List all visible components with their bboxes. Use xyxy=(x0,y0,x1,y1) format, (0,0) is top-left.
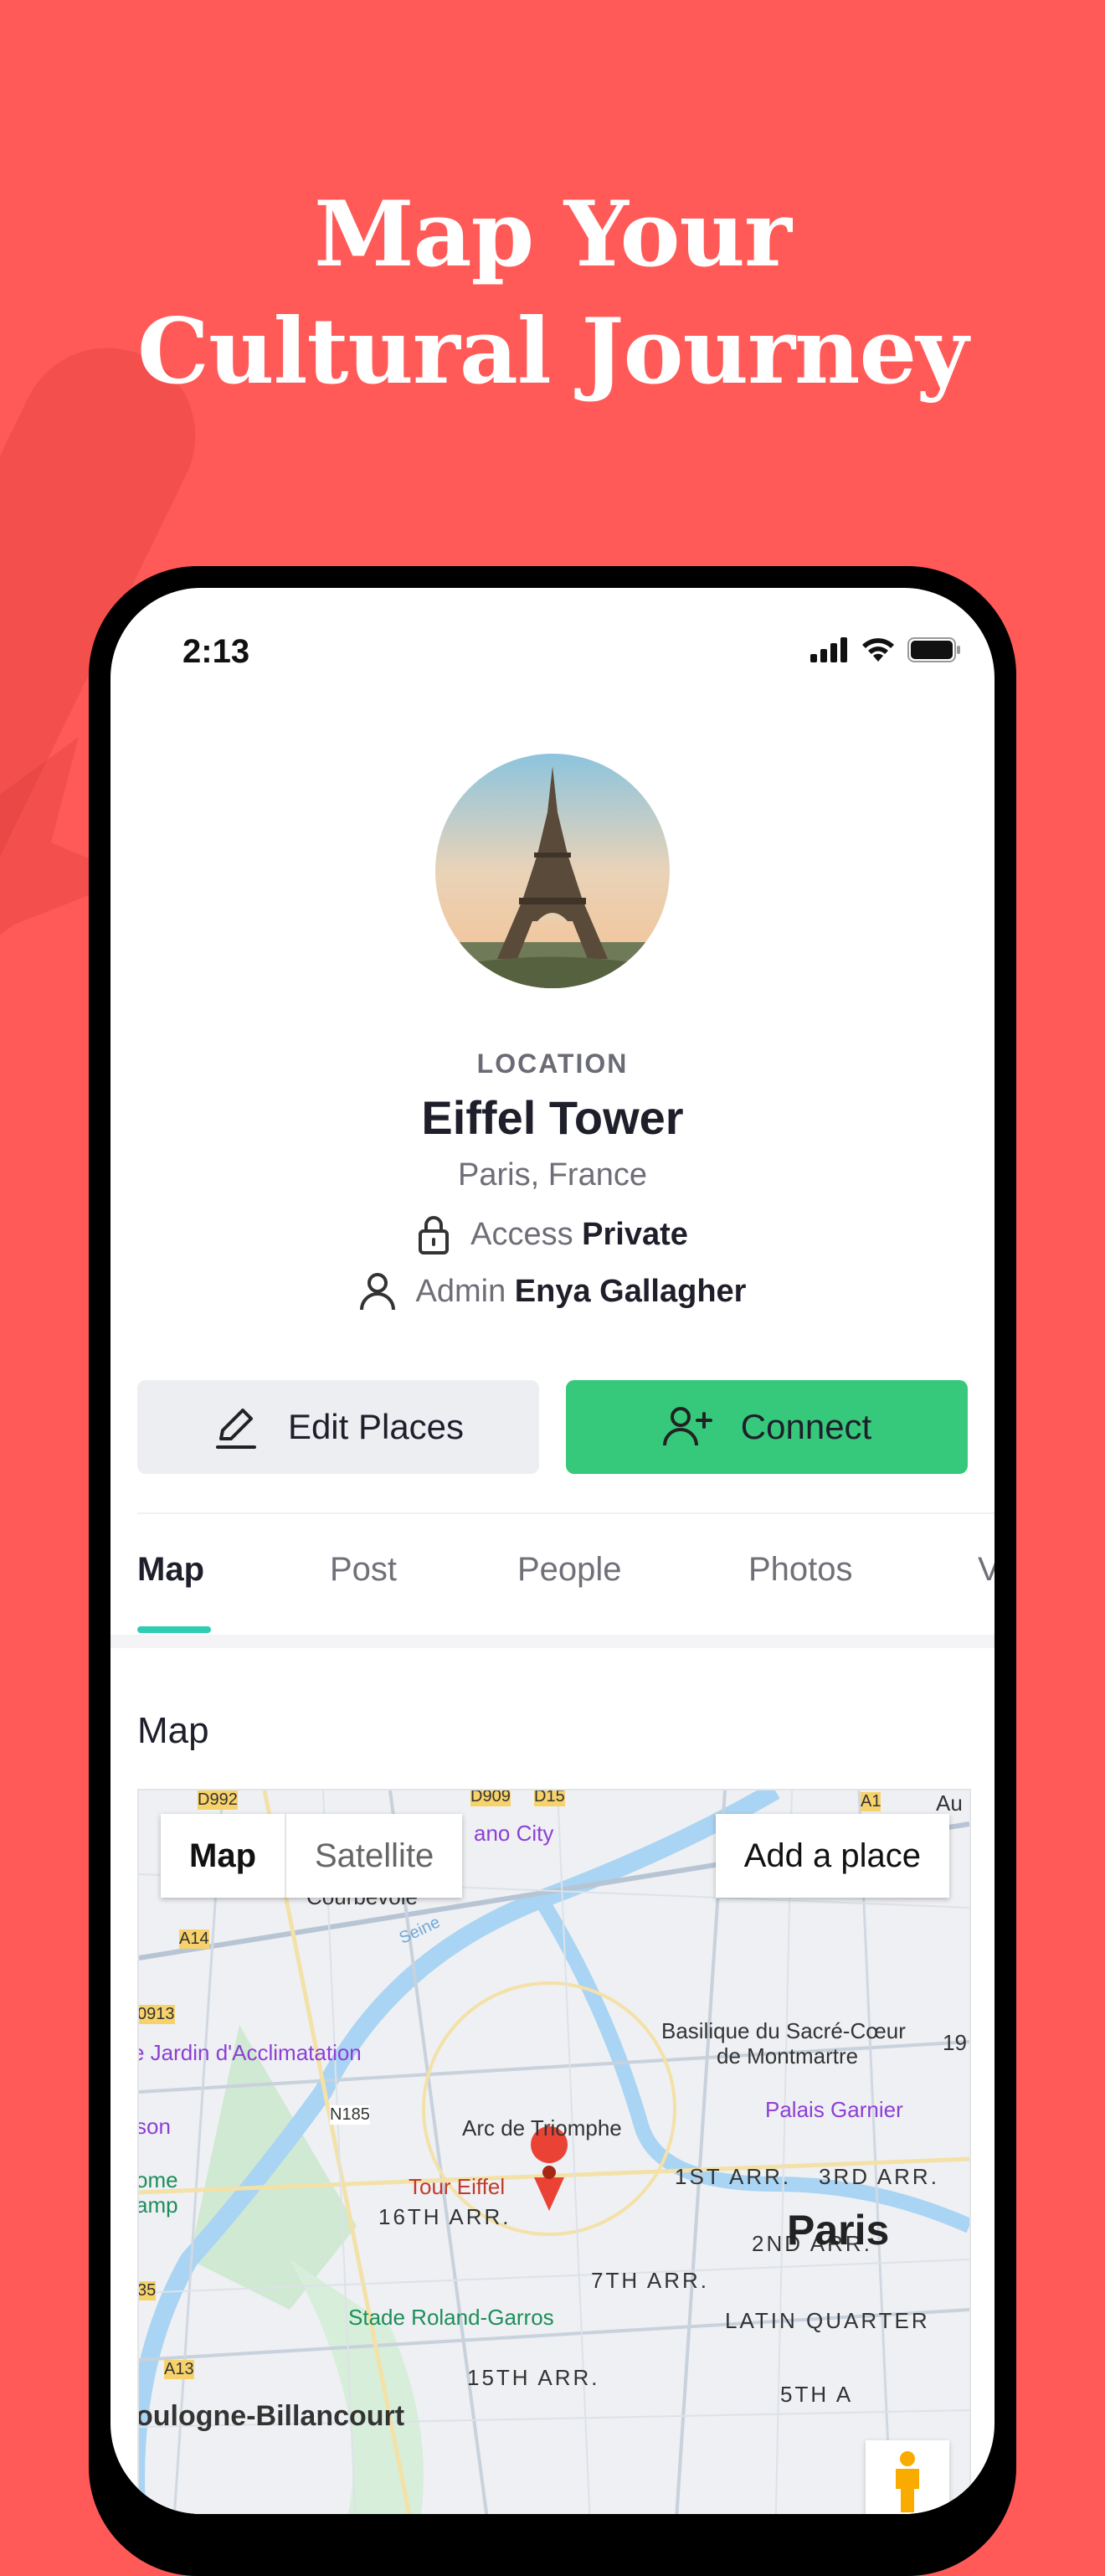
map-label-basilique-2: de Montmartre xyxy=(717,2043,859,2069)
map-label-arr3: 3RD ARR. xyxy=(819,2164,939,2189)
admin-value: Enya Gallagher xyxy=(514,1273,747,1309)
phone-frame: 2:13 LOCATION Eiffel Tower Paris, France… xyxy=(89,566,1016,2576)
map-view[interactable]: Courbevoie e Jardin d'Acclimatation Basi… xyxy=(137,1789,971,2514)
satellite-mode-button[interactable]: Satellite xyxy=(286,1814,462,1898)
phone-screen: 2:13 LOCATION Eiffel Tower Paris, France… xyxy=(110,588,994,2514)
user-icon xyxy=(359,1273,395,1311)
admin-label: Admin xyxy=(415,1273,506,1309)
eiffel-tower-photo xyxy=(435,754,670,988)
active-tab-indicator xyxy=(137,1626,211,1633)
admin-text: Admin Enya Gallagher xyxy=(416,1274,747,1310)
tab-map[interactable]: Map xyxy=(137,1551,204,1589)
map-label-arc: Arc de Triomphe xyxy=(462,2115,622,2141)
location-subtitle: Paris, France xyxy=(458,1157,647,1193)
battery-icon xyxy=(907,637,960,662)
map-label-basilique-1: Basilique du Sacré-Cœur xyxy=(661,2018,906,2043)
lock-icon xyxy=(419,1216,450,1255)
access-text: Access Private xyxy=(470,1217,688,1253)
admin-row: Admin Enya Gallagher xyxy=(110,1271,994,1311)
map-label-camp: ome amp xyxy=(137,2167,178,2218)
access-value: Private xyxy=(582,1216,688,1252)
headline-line-1: Map Your xyxy=(314,182,792,287)
tab-people[interactable]: People xyxy=(517,1551,622,1589)
location-label: LOCATION xyxy=(476,1048,629,1079)
add-user-icon xyxy=(662,1407,712,1446)
map-label-d992: D992 xyxy=(198,1790,238,1810)
edit-places-label: Edit Places xyxy=(287,1407,465,1446)
tabs-separator xyxy=(110,1635,994,1648)
headline: Map Your Cultural Journey xyxy=(0,176,1105,410)
map-label-a1: A1 xyxy=(861,1792,881,1811)
map-label-35: 35 xyxy=(137,2281,157,2300)
map-label-d909: D909 xyxy=(470,1789,511,1806)
edit-places-button[interactable]: Edit Places xyxy=(137,1380,539,1474)
map-label-paris: Paris xyxy=(787,2207,890,2254)
add-place-button[interactable]: Add a place xyxy=(715,1814,949,1898)
access-label: Access xyxy=(470,1216,573,1252)
street-view-pegman-icon[interactable] xyxy=(866,2440,949,2514)
map-label-latin: LATIN QUARTER xyxy=(725,2308,930,2333)
tab-bar: Map Post People Photos V xyxy=(110,1551,994,1618)
map-label-palais: Palais Garnier xyxy=(765,2097,903,2122)
divider xyxy=(137,1512,994,1514)
map-label-d15: D15 xyxy=(534,1789,565,1806)
tab-photos[interactable]: Photos xyxy=(748,1551,853,1589)
headline-line-2: Cultural Journey xyxy=(137,299,969,404)
map-label-arr15: 15TH ARR. xyxy=(467,2365,600,2390)
map-label-arr1: 1ST ARR. xyxy=(675,2164,792,2189)
connect-button[interactable]: Connect xyxy=(566,1380,968,1474)
map-label-tour: Tour Eiffel xyxy=(409,2174,506,2199)
location-name: Eiffel Tower xyxy=(421,1091,684,1144)
map-mode-button[interactable]: Map xyxy=(161,1814,286,1898)
map-label-a13: A13 xyxy=(164,2360,194,2379)
access-row: Access Private xyxy=(110,1214,994,1255)
status-time: 2:13 xyxy=(182,633,250,670)
pencil-icon xyxy=(215,1409,256,1449)
tab-post[interactable]: Post xyxy=(330,1551,397,1589)
map-type-toggle: Map Satellite xyxy=(161,1814,463,1898)
tab-overflow[interactable]: V xyxy=(978,1551,994,1589)
wifi-icon xyxy=(862,638,894,662)
map-label-arr16: 16TH ARR. xyxy=(378,2204,511,2229)
connect-label: Connect xyxy=(740,1407,872,1446)
map-label-jardin: e Jardin d'Acclimatation xyxy=(137,2040,362,2065)
map-label-son: son xyxy=(137,2114,171,2139)
map-label-arr7: 7TH ARR. xyxy=(591,2268,710,2293)
status-icons xyxy=(810,636,961,663)
section-title: Map xyxy=(137,1710,209,1751)
map-label-a14: A14 xyxy=(179,1929,209,1949)
location-avatar xyxy=(435,754,670,988)
map-label-boulogne: oulogne-Billancourt xyxy=(137,2400,405,2432)
map-label-n185: N185 xyxy=(330,2105,370,2125)
map-label-au: Au xyxy=(936,1790,963,1816)
map-label-nano: ano City xyxy=(474,1821,554,1846)
map-label-0913: 0913 xyxy=(137,2005,175,2024)
map-label-arr5: 5TH A xyxy=(780,2382,854,2407)
signal-icon xyxy=(810,637,847,662)
map-label-stade: Stade Roland-Garros xyxy=(348,2305,554,2330)
map-label-19: 19 xyxy=(943,2030,967,2055)
